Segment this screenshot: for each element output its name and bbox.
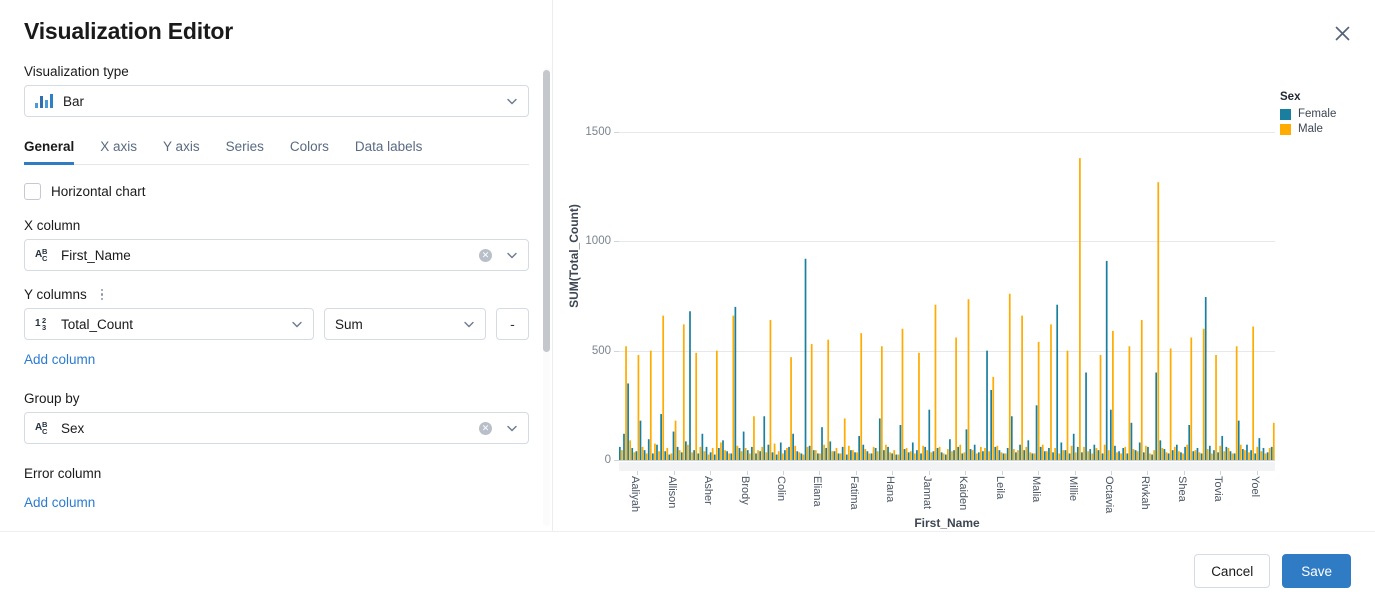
horizontal-chart-checkbox[interactable] bbox=[24, 183, 41, 200]
number-type-icon: 123 bbox=[35, 317, 52, 332]
x-axis-tick-label: Shea bbox=[1176, 476, 1188, 502]
save-button[interactable]: Save bbox=[1282, 554, 1351, 588]
y-columns-menu-icon[interactable] bbox=[101, 289, 104, 301]
x-axis-tick-label: Yoel bbox=[1249, 476, 1261, 497]
x-axis-tick-mark bbox=[1184, 471, 1185, 475]
y-aggregation-value: Sum bbox=[335, 317, 457, 332]
y-column-select[interactable]: 123 Total_Count bbox=[24, 308, 314, 340]
text-type-icon: ABC bbox=[35, 421, 52, 436]
x-axis-tick-label: Malia bbox=[1030, 476, 1042, 502]
group-by-label: Group by bbox=[24, 391, 529, 406]
group-by-value: Sex bbox=[61, 421, 479, 436]
x-axis-scroll-band[interactable] bbox=[619, 462, 1275, 471]
x-axis-tick-label: Brody bbox=[739, 476, 751, 505]
x-axis-tick-mark bbox=[1147, 471, 1148, 475]
y-axis-tick-500: 500 bbox=[571, 345, 611, 357]
tab-y-axis[interactable]: Y axis bbox=[163, 139, 200, 164]
y-column-row: 123 Total_Count Sum - bbox=[24, 308, 529, 340]
x-axis-tick-mark bbox=[1002, 471, 1003, 475]
config-panel-scrollbar-thumb[interactable] bbox=[543, 70, 550, 352]
y-axis-tick-1000: 1000 bbox=[571, 235, 611, 247]
y-axis-tick-1500: 1500 bbox=[571, 126, 611, 138]
settings-tabs: General X axis Y axis Series Colors Data… bbox=[24, 139, 529, 165]
x-axis-tick-label: Hana bbox=[884, 476, 896, 502]
x-axis-tick-mark bbox=[637, 471, 638, 475]
x-axis-tick-label: Tovia bbox=[1212, 476, 1224, 502]
add-y-column-link[interactable]: Add column bbox=[24, 352, 95, 367]
x-axis-tick-label: Asher bbox=[702, 476, 714, 505]
x-axis-tick-label: Leila bbox=[994, 476, 1006, 499]
dialog-footer: Cancel Save bbox=[0, 531, 1375, 614]
x-axis-tick-mark bbox=[1257, 471, 1258, 475]
y-columns-header: Y columns bbox=[24, 287, 529, 302]
clear-x-column-icon[interactable]: ✕ bbox=[479, 249, 492, 262]
close-icon[interactable] bbox=[1329, 20, 1355, 46]
x-axis-tick-label: Rivkah bbox=[1139, 476, 1151, 510]
chevron-down-icon bbox=[463, 318, 475, 330]
x-axis-tick-label: Colin bbox=[775, 476, 787, 501]
tab-series[interactable]: Series bbox=[226, 139, 264, 164]
text-type-icon: ABC bbox=[35, 248, 52, 263]
y-aggregation-select[interactable]: Sum bbox=[324, 308, 486, 340]
x-axis-tick-label: Allison bbox=[666, 476, 678, 508]
x-axis-tick-label: Octavia bbox=[1103, 476, 1115, 513]
x-axis-tick-mark bbox=[819, 471, 820, 475]
group-by-select[interactable]: ABC Sex ✕ bbox=[24, 412, 529, 444]
cancel-button[interactable]: Cancel bbox=[1194, 554, 1270, 588]
page-title: Visualization Editor bbox=[24, 18, 233, 45]
x-axis-tick-mark bbox=[1220, 471, 1221, 475]
x-axis-tick-label: Kaiden bbox=[957, 476, 969, 510]
x-axis-tick-mark bbox=[1038, 471, 1039, 475]
viz-type-select[interactable]: Bar bbox=[24, 85, 529, 117]
viz-type-label: Visualization type bbox=[24, 64, 529, 79]
x-axis-tick-label: Jannat bbox=[921, 476, 933, 509]
error-column-label: Error column bbox=[24, 466, 529, 481]
x-axis-tick-mark bbox=[1111, 471, 1112, 475]
config-panel: Visualization type Bar General X axis Y … bbox=[0, 64, 552, 532]
bars-container bbox=[619, 110, 1275, 460]
remove-y-column-button[interactable]: - bbox=[496, 308, 529, 340]
x-axis-tick-mark bbox=[1075, 471, 1076, 475]
x-axis-tick-mark bbox=[965, 471, 966, 475]
chevron-down-icon bbox=[506, 422, 518, 434]
x-column-select[interactable]: ABC First_Name ✕ bbox=[24, 239, 529, 271]
x-axis-title: First_Name bbox=[619, 516, 1275, 530]
x-axis-tick-label: Fatima bbox=[848, 476, 860, 510]
chevron-down-icon bbox=[291, 318, 303, 330]
viz-type-value: Bar bbox=[63, 94, 500, 109]
x-axis-tick-label: Aaliyah bbox=[629, 476, 641, 512]
x-axis-line bbox=[619, 460, 1275, 461]
horizontal-chart-checkbox-row[interactable]: Horizontal chart bbox=[24, 183, 529, 200]
chevron-down-icon bbox=[506, 249, 518, 261]
x-axis-tick-mark bbox=[929, 471, 930, 475]
clear-group-by-icon[interactable]: ✕ bbox=[479, 422, 492, 435]
x-axis-tick-mark bbox=[747, 471, 748, 475]
x-axis-tick-label: Millie bbox=[1067, 476, 1079, 501]
tab-x-axis[interactable]: X axis bbox=[100, 139, 137, 164]
bar-chart-icon bbox=[35, 94, 53, 108]
horizontal-chart-label: Horizontal chart bbox=[51, 184, 146, 199]
y-axis-title: SUM(Total_Count) bbox=[567, 156, 581, 356]
x-axis-tick-mark bbox=[710, 471, 711, 475]
plot-region: SUM(Total_Count) 0 500 1000 1500 Aaliyah All… bbox=[553, 64, 1375, 532]
chevron-down-icon bbox=[506, 95, 518, 107]
bars-svg bbox=[619, 110, 1275, 460]
tab-colors[interactable]: Colors bbox=[290, 139, 329, 164]
x-axis-tick-mark bbox=[783, 471, 784, 475]
x-axis-tick-label: Eliana bbox=[811, 476, 823, 507]
x-column-label: X column bbox=[24, 218, 529, 233]
x-axis-tick-mark bbox=[674, 471, 675, 475]
tab-general[interactable]: General bbox=[24, 139, 74, 164]
y-axis-tick-0: 0 bbox=[571, 454, 611, 466]
add-error-column-link[interactable]: Add column bbox=[24, 495, 95, 510]
x-column-value: First_Name bbox=[61, 248, 479, 263]
y-column-value: Total_Count bbox=[61, 317, 285, 332]
x-axis-tick-mark bbox=[856, 471, 857, 475]
chart-preview: Sex Female Male SUM(Total_Count) 0500100… bbox=[553, 64, 1375, 532]
x-axis-tick-mark bbox=[892, 471, 893, 475]
visualization-editor-dialog: Visualization Editor Visualization type … bbox=[0, 0, 1375, 614]
tab-data-labels[interactable]: Data labels bbox=[355, 139, 423, 164]
y-columns-label: Y columns bbox=[24, 287, 87, 302]
